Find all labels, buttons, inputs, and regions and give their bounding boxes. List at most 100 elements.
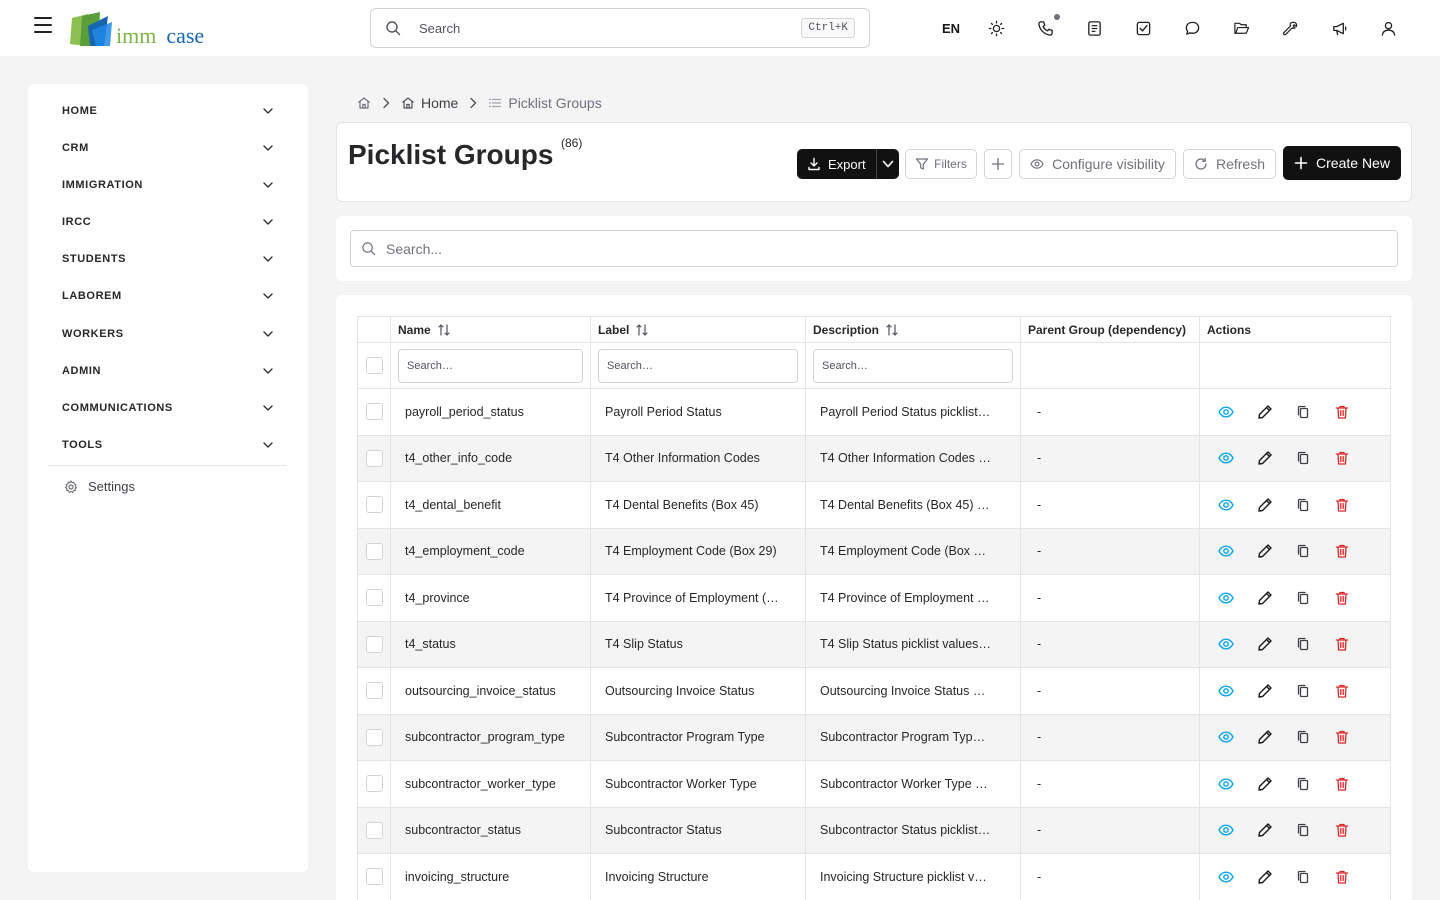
view-button[interactable] [1207,862,1246,892]
filter-description-input[interactable] [813,348,1013,383]
filter-label-input[interactable] [598,348,798,383]
sort-icon[interactable] [885,323,899,337]
delete-button[interactable] [1323,583,1362,613]
table-search-input[interactable] [386,240,1286,257]
view-button[interactable] [1207,815,1246,845]
table-row[interactable]: t4_province T4 Province of Employment (…… [357,575,1391,622]
edit-button[interactable] [1246,629,1285,659]
select-all-checkbox[interactable] [365,357,383,374]
edit-button[interactable] [1246,815,1285,845]
delete-button[interactable] [1323,815,1362,845]
row-checkbox[interactable] [365,542,383,560]
table-row[interactable]: outsourcing_invoice_status Outsourcing I… [357,668,1391,715]
chat-icon[interactable] [1168,14,1217,42]
row-checkbox[interactable] [365,496,383,514]
view-button[interactable] [1207,397,1246,427]
table-row[interactable]: t4_status T4 Slip Status T4 Slip Status … [357,621,1391,668]
sort-icon[interactable] [437,323,451,337]
edit-button[interactable] [1246,536,1285,566]
copy-button[interactable] [1284,722,1323,752]
table-row[interactable]: subcontractor_program_type Subcontractor… [357,714,1391,761]
column-header-label[interactable]: Label [591,317,806,342]
global-search[interactable]: Search Ctrl+K [370,8,870,48]
edit-button[interactable] [1246,583,1285,613]
sidebar-item-immigration[interactable]: IMMIGRATION [62,175,274,195]
view-button[interactable] [1207,583,1246,613]
view-button[interactable] [1207,443,1246,473]
edit-button[interactable] [1246,490,1285,520]
table-row[interactable]: t4_dental_benefit T4 Dental Benefits (Bo… [357,482,1391,529]
delete-button[interactable] [1323,676,1362,706]
row-checkbox[interactable] [365,728,383,746]
phone-icon[interactable] [1021,14,1070,42]
delete-button[interactable] [1323,443,1362,473]
edit-button[interactable] [1246,443,1285,473]
megaphone-icon[interactable] [1315,14,1364,42]
row-checkbox[interactable] [365,868,383,886]
sidebar-item-laborem[interactable]: LABOREM [62,286,274,306]
delete-button[interactable] [1323,769,1362,799]
user-icon[interactable] [1364,14,1413,42]
edit-button[interactable] [1246,397,1285,427]
table-row[interactable]: t4_employment_code T4 Employment Code (B… [357,528,1391,575]
delete-button[interactable] [1323,397,1362,427]
view-button[interactable] [1207,629,1246,659]
app-logo[interactable]: imm case [70,10,204,48]
sidebar-item-crm[interactable]: CRM [62,138,274,158]
copy-button[interactable] [1284,536,1323,566]
export-dropdown-toggle[interactable] [875,149,899,179]
table-row[interactable]: invoicing_structure Invoicing Structure … [357,854,1391,900]
row-checkbox[interactable] [365,775,383,793]
table-search[interactable] [350,230,1398,267]
row-checkbox[interactable] [365,682,383,700]
notes-icon[interactable] [1070,14,1119,42]
row-checkbox[interactable] [365,589,383,607]
table-row[interactable]: subcontractor_status Subcontractor Statu… [357,807,1391,854]
row-checkbox[interactable] [365,635,383,653]
row-checkbox[interactable] [365,821,383,839]
export-button[interactable]: Export [797,149,899,179]
sidebar-item-students[interactable]: STUDENTS [62,249,274,269]
copy-button[interactable] [1284,769,1323,799]
copy-button[interactable] [1284,583,1323,613]
delete-button[interactable] [1323,536,1362,566]
edit-button[interactable] [1246,676,1285,706]
delete-button[interactable] [1323,862,1362,892]
view-button[interactable] [1207,676,1246,706]
view-button[interactable] [1207,722,1246,752]
export-main[interactable]: Export [797,149,876,179]
view-button[interactable] [1207,490,1246,520]
edit-button[interactable] [1246,862,1285,892]
view-button[interactable] [1207,769,1246,799]
language-switch[interactable]: EN [930,21,972,36]
delete-button[interactable] [1323,629,1362,659]
sidebar-item-ircc[interactable]: IRCC [62,212,274,232]
sort-icon[interactable] [635,323,649,337]
copy-button[interactable] [1284,443,1323,473]
delete-button[interactable] [1323,722,1362,752]
configure-visibility-button[interactable]: Configure visibility [1019,149,1176,179]
table-row[interactable]: payroll_period_status Payroll Period Sta… [357,389,1391,436]
delete-button[interactable] [1323,490,1362,520]
tools-icon[interactable] [1266,14,1315,42]
edit-button[interactable] [1246,769,1285,799]
column-header-description[interactable]: Description [806,317,1021,342]
filters-button[interactable]: Filters [905,149,977,179]
refresh-button[interactable]: Refresh [1183,149,1276,179]
column-header-name[interactable]: Name [391,317,591,342]
table-row[interactable]: subcontractor_worker_type Subcontractor … [357,761,1391,808]
copy-button[interactable] [1284,862,1323,892]
folder-icon[interactable] [1217,14,1266,42]
menu-icon[interactable] [34,17,56,39]
sidebar-item-settings[interactable]: Settings [64,479,135,494]
sidebar-item-tools[interactable]: TOOLS [62,435,274,455]
row-checkbox[interactable] [365,403,383,421]
sidebar-item-home[interactable]: HOME [62,101,274,121]
edit-button[interactable] [1246,722,1285,752]
home-icon[interactable] [357,96,371,110]
tasks-icon[interactable] [1119,14,1168,42]
column-header-parent-group[interactable]: Parent Group (dependency) [1021,317,1200,342]
filter-name-input[interactable] [398,348,583,383]
create-new-button[interactable]: Create New [1283,146,1401,180]
view-button[interactable] [1207,536,1246,566]
